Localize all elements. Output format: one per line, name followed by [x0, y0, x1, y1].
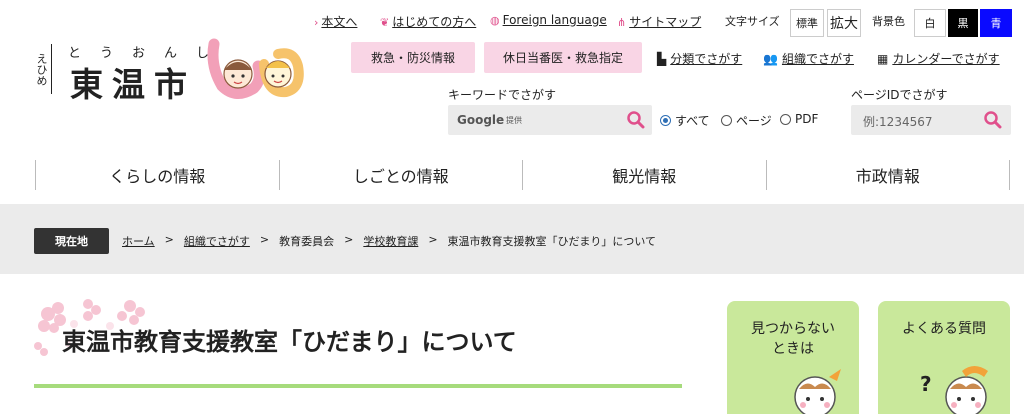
- google-provided-label: 提供: [506, 116, 522, 125]
- logo-city-name: 東温市: [70, 65, 196, 104]
- mascot-question-icon: ?: [920, 366, 988, 414]
- current-location-badge: 現在地: [34, 228, 109, 254]
- bg-color-label: 背景色: [872, 15, 905, 28]
- breadcrumb-organization[interactable]: 組織でさがす: [184, 233, 250, 249]
- utility-bar: › 本文へ ❦ はじめての方へ ◍ Foreign language ⋔ サイトマップ …: [0, 9, 1024, 37]
- calendar-icon: ▦: [877, 52, 889, 66]
- mascot-searching-icon: [794, 369, 841, 414]
- breadcrumb: ホーム > 組織でさがす > 教育委員会 > 学校教育課 > 東温市教育支援教室…: [122, 233, 656, 249]
- nav-item-work[interactable]: しごとの情報: [278, 160, 523, 190]
- first-time-label: はじめての方へ: [392, 15, 477, 29]
- organization-label: 組織でさがす: [781, 52, 854, 66]
- search-by-category-link[interactable]: ▙ 分類でさがす: [657, 50, 742, 67]
- breadcrumb-board-of-education: 教育委員会: [279, 235, 335, 248]
- people-icon: 👥: [763, 52, 778, 66]
- svg-text:?: ?: [920, 372, 932, 396]
- font-standard-button[interactable]: 標準: [790, 9, 824, 37]
- bg-blue-button[interactable]: 青: [980, 9, 1012, 37]
- search-icon[interactable]: [626, 110, 646, 130]
- foreign-language-link[interactable]: ◍ Foreign language: [490, 13, 607, 27]
- sitemap-icon: ⋔: [617, 16, 627, 29]
- sitemap-link[interactable]: ⋔ サイトマップ: [617, 13, 701, 30]
- nav-item-tourism[interactable]: 観光情報: [522, 160, 766, 190]
- font-size-label: 文字サイズ: [725, 15, 780, 28]
- breadcrumb-bar: 現在地 ホーム > 組織でさがす > 教育委員会 > 学校教育課 > 東温市教育…: [0, 204, 1024, 274]
- page-title: 東温市教育支援教室「ひだまり」について: [62, 327, 517, 356]
- bg-white-button[interactable]: 白: [914, 9, 946, 37]
- breadcrumb-home[interactable]: ホーム: [122, 233, 155, 249]
- faq-card[interactable]: よくある質問 ?: [878, 301, 1010, 414]
- globe-icon: ◍: [490, 14, 500, 27]
- scope-all-label: すべて: [675, 114, 710, 128]
- emergency-info-button[interactable]: 救急・防災情報: [351, 42, 475, 73]
- not-found-card[interactable]: 見つからない ときは: [727, 301, 859, 414]
- radio-checked-icon: [660, 115, 671, 126]
- breadcrumb-separator: >: [428, 233, 438, 246]
- logo-prefecture: えひめ: [30, 44, 52, 94]
- pageid-placeholder: 例:1234567: [863, 115, 933, 129]
- category-label: 分類でさがす: [670, 52, 743, 66]
- skip-link-label: 本文へ: [321, 15, 358, 29]
- breadcrumb-separator: >: [259, 233, 270, 246]
- beginner-mark-icon: ❦: [380, 16, 390, 29]
- global-navigation: くらしの情報 しごとの情報 観光情報 市政情報: [35, 160, 1010, 190]
- holiday-doctor-button[interactable]: 休日当番医・救急指定: [484, 42, 642, 73]
- font-large-button[interactable]: 拡大: [827, 9, 861, 37]
- bg-black-button[interactable]: 黒: [948, 9, 978, 37]
- breadcrumb-current-page: 東温市教育支援教室「ひだまり」について: [447, 235, 656, 248]
- search-icon[interactable]: [983, 110, 1003, 130]
- pageid-search-label: ページIDでさがす: [851, 88, 948, 102]
- radio-unchecked-icon: [721, 115, 732, 126]
- radio-unchecked-icon: [780, 113, 791, 125]
- scope-pdf-label: PDF: [795, 112, 819, 126]
- scope-page-label: ページ: [736, 114, 772, 128]
- mascot-logo-icon: [207, 38, 304, 99]
- breadcrumb-separator: >: [344, 233, 354, 246]
- breadcrumb-separator: >: [164, 233, 174, 246]
- keyword-search-input[interactable]: Google 提供: [448, 105, 652, 135]
- pageid-search-input[interactable]: 例:1234567: [851, 105, 1011, 135]
- title-underline: [34, 384, 682, 388]
- scope-pdf-radio[interactable]: PDF: [780, 112, 818, 126]
- google-logo: Google: [457, 113, 505, 127]
- trash-folder-icon: ▙: [657, 52, 667, 66]
- breadcrumb-school-education[interactable]: 学校教育課: [363, 233, 418, 249]
- nav-item-city-admin[interactable]: 市政情報: [765, 160, 1010, 190]
- search-by-organization-link[interactable]: 👥 組織でさがす: [763, 50, 854, 67]
- site-logo[interactable]: えひめ とうおんし 東温市: [30, 36, 304, 106]
- page: えひめ とうおんし 東温市 › 本文へ ❦ はじめての方へ ◍ Foreign lan…: [0, 0, 1024, 414]
- faq-label: よくある質問: [902, 321, 986, 337]
- scope-page-radio[interactable]: ページ: [721, 112, 772, 129]
- nav-item-life[interactable]: くらしの情報: [35, 160, 279, 190]
- chevron-right-icon: ›: [314, 16, 319, 29]
- search-by-calendar-link[interactable]: ▦ カレンダーでさがす: [877, 50, 1000, 67]
- first-time-link[interactable]: ❦ はじめての方へ: [380, 13, 476, 30]
- keyword-search-label: キーワードでさがす: [448, 88, 557, 102]
- skip-to-content-link[interactable]: › 本文へ: [314, 13, 357, 30]
- calendar-label: カレンダーでさがす: [892, 52, 1000, 66]
- foreign-label: Foreign language: [502, 13, 607, 27]
- not-found-label: 見つからない ときは: [751, 321, 835, 357]
- sitemap-label: サイトマップ: [629, 15, 702, 29]
- scope-all-radio[interactable]: すべて: [660, 112, 710, 129]
